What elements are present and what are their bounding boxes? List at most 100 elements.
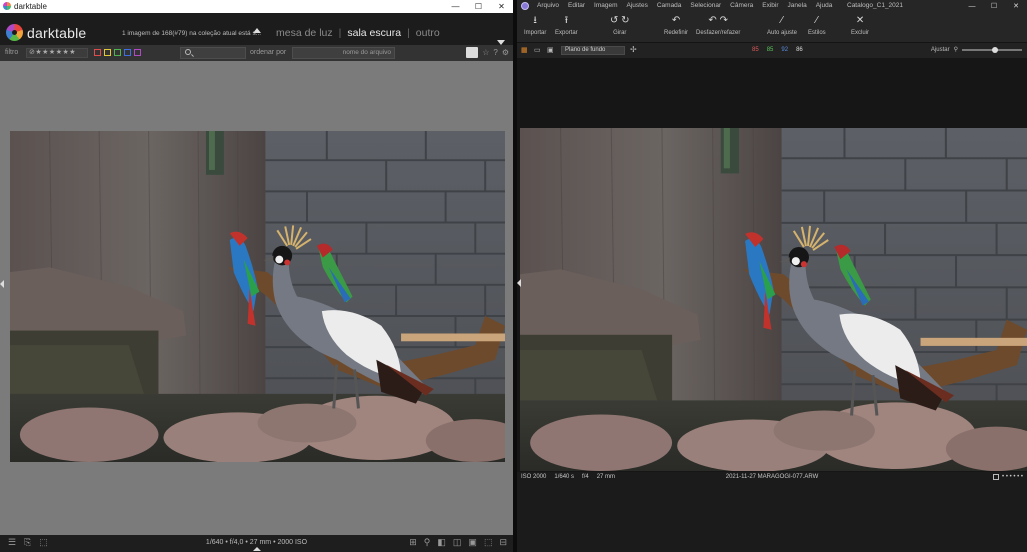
rating-dots[interactable]: • • • • • •	[1002, 474, 1023, 480]
view-separator: |	[407, 27, 410, 39]
preferences-gear-icon[interactable]: ⚙	[502, 48, 509, 57]
menu-item-imagem[interactable]: Imagem	[594, 2, 617, 9]
import-button[interactable]: ⭳ Importar	[524, 14, 546, 36]
styles-button[interactable]: ⁄ Estilos	[808, 14, 826, 36]
rotate-icon: ↺ ↻	[610, 15, 630, 26]
grid-icon[interactable]: ▦	[521, 46, 528, 54]
rotate-label: Girar	[613, 30, 627, 36]
undo-redo-label: Desfazer/refazer	[696, 30, 741, 36]
undo-redo-button[interactable]: ↶ ↷ Desfazer/refazer	[696, 14, 740, 36]
viewer-toolbar: ▦ ▭ ▣ Plano de fundo ✢ 85 85 92 86 Ajust…	[517, 43, 1027, 58]
undo-redo-icon: ↶ ↷	[708, 15, 728, 26]
reset-button[interactable]: ↶ Redefinir	[664, 14, 688, 36]
filter-label: filtro	[5, 49, 19, 56]
image-caption: ISO 2000 1/640 s f/4 27 mm 2021-11-27 MA…	[517, 472, 1027, 484]
brand-name: darktable	[27, 25, 87, 41]
menu-item-câmera[interactable]: Câmera	[730, 2, 753, 9]
export-button[interactable]: ⭱ Exportar	[555, 14, 578, 36]
import-label: Importar	[524, 30, 547, 36]
menu-bar: Arquivo Editar Imagem Ajustes Camada Selecion…	[517, 0, 1027, 12]
top-right-icons: ☆ ? ⚙	[466, 47, 509, 58]
search-icon	[185, 49, 191, 55]
second-window-icon[interactable]: ⬚	[484, 537, 493, 548]
darktable-header: darktable 1 imagem de 168(#79) na coleçã…	[0, 13, 513, 45]
auto-adjust-button[interactable]: ⁄ Auto ajuste	[767, 14, 797, 36]
single-view-icon[interactable]: ▭	[534, 46, 541, 54]
rgb-readout: 85 85 92 86	[752, 47, 803, 53]
captureone-app-icon	[521, 2, 529, 10]
collapse-left-panel-icon[interactable]	[0, 280, 4, 288]
red-value: 85	[752, 47, 759, 53]
color-label-filter	[94, 49, 141, 56]
zoom-slider[interactable]	[962, 46, 1022, 53]
add-icon[interactable]: ✢	[630, 45, 637, 54]
color-label-3[interactable]	[124, 49, 131, 56]
toolbar: ⭳ Importar ⭱ Exportar ↺ ↻ Girar ↶ Redefi…	[517, 12, 1027, 43]
menu-item-camada[interactable]: Camada	[657, 2, 682, 9]
close-button[interactable]: ✕	[490, 0, 513, 13]
menu-item-arquivo[interactable]: Arquivo	[537, 2, 559, 9]
menu-item-editar[interactable]: Editar	[568, 2, 585, 9]
reset-label: Redefinir	[664, 30, 689, 36]
grid-view-icon[interactable]	[466, 47, 479, 58]
close-button[interactable]: ✕	[1005, 0, 1027, 12]
menu-item-ajustes[interactable]: Ajustes	[627, 2, 648, 9]
auto-adjust-label: Auto ajuste	[767, 30, 798, 36]
window-controls: — ☐ ✕	[444, 0, 513, 13]
darktable-window: darktable — ☐ ✕ darktable 1 imagem de 16…	[0, 0, 513, 552]
view-other[interactable]: outro	[416, 27, 440, 39]
darkroom-canvas	[0, 61, 513, 535]
sort-select[interactable]: nome do arquivo	[292, 47, 395, 59]
color-label-1[interactable]	[104, 49, 111, 56]
view-darkroom[interactable]: sala escura	[347, 27, 401, 39]
footer-right-tools: ⊞ ⚲ ◧ ◫ ▣ ⬚ ⊟	[409, 537, 507, 548]
menu-item-selecionar[interactable]: Selecionar	[690, 2, 721, 9]
rotate-button[interactable]: ↺ ↻ Girar	[610, 14, 630, 36]
rating-filter[interactable]: ⊘★★★★★★	[26, 48, 88, 58]
filter-bar: filtro ⊘★★★★★★ ordenar por nome do arqui…	[0, 45, 513, 61]
star-icon[interactable]: ☆	[482, 48, 489, 57]
menu-item-exibir[interactable]: Exibir	[762, 2, 778, 9]
gamut-check-icon[interactable]: ▣	[468, 537, 477, 548]
captureone-window: Arquivo Editar Imagem Ajustes Camada Selecion…	[517, 0, 1027, 552]
clipping-icon[interactable]: ◧	[437, 537, 446, 548]
window-controls: — ☐ ✕	[961, 0, 1027, 12]
background-select[interactable]: Plano de fundo	[561, 46, 625, 55]
magic-wand-icon: ⁄	[781, 15, 783, 26]
select-checkbox[interactable]	[993, 474, 1000, 480]
menu-item-ajuda[interactable]: Ajuda	[816, 2, 833, 9]
collection-info: 1 imagem de 168(#79) na coleção atual es…	[122, 30, 262, 37]
view-lighttable[interactable]: mesa de luz	[276, 27, 333, 39]
softproof-icon[interactable]: ◫	[453, 537, 462, 548]
zoom-label[interactable]: Ajustar	[931, 47, 950, 53]
delete-label: Excluir	[851, 30, 870, 36]
color-label-2[interactable]	[114, 49, 121, 56]
collapse-bottom-panel-icon[interactable]	[253, 547, 261, 551]
darktable-logo-icon	[6, 24, 23, 41]
preview-photo	[520, 128, 1027, 471]
sort-label: ordenar por	[250, 49, 287, 56]
darktable-titlebar: darktable — ☐ ✕	[0, 0, 513, 13]
browser-area	[517, 484, 1027, 552]
color-label-0[interactable]	[94, 49, 101, 56]
minimize-button[interactable]: —	[961, 0, 983, 12]
compare-icon[interactable]: ▣	[547, 46, 554, 54]
caption-controls: • • • • • •	[993, 474, 1023, 480]
green-value: 85	[766, 47, 774, 53]
zoom-slider-knob[interactable]	[991, 46, 998, 53]
reset-icon: ↶	[671, 15, 681, 26]
darktable-app-icon	[3, 2, 11, 10]
menu-item-janela[interactable]: Janela	[788, 2, 807, 9]
zoom-search-icon: ⚲	[953, 47, 958, 53]
help-icon[interactable]: ?	[493, 48, 497, 57]
delete-button[interactable]: ✕ Excluir	[851, 14, 869, 36]
guides-icon[interactable]: ⊟	[499, 537, 507, 548]
maximize-button[interactable]: ☐	[467, 0, 490, 13]
collapse-tools-icon[interactable]	[517, 279, 521, 287]
focus-peaking-icon[interactable]: ⚲	[424, 537, 431, 548]
search-input[interactable]	[180, 47, 246, 59]
minimize-button[interactable]: —	[444, 0, 467, 13]
raw-overexposed-icon[interactable]: ⊞	[409, 537, 417, 548]
color-label-4[interactable]	[134, 49, 141, 56]
maximize-button[interactable]: ☐	[983, 0, 1005, 12]
